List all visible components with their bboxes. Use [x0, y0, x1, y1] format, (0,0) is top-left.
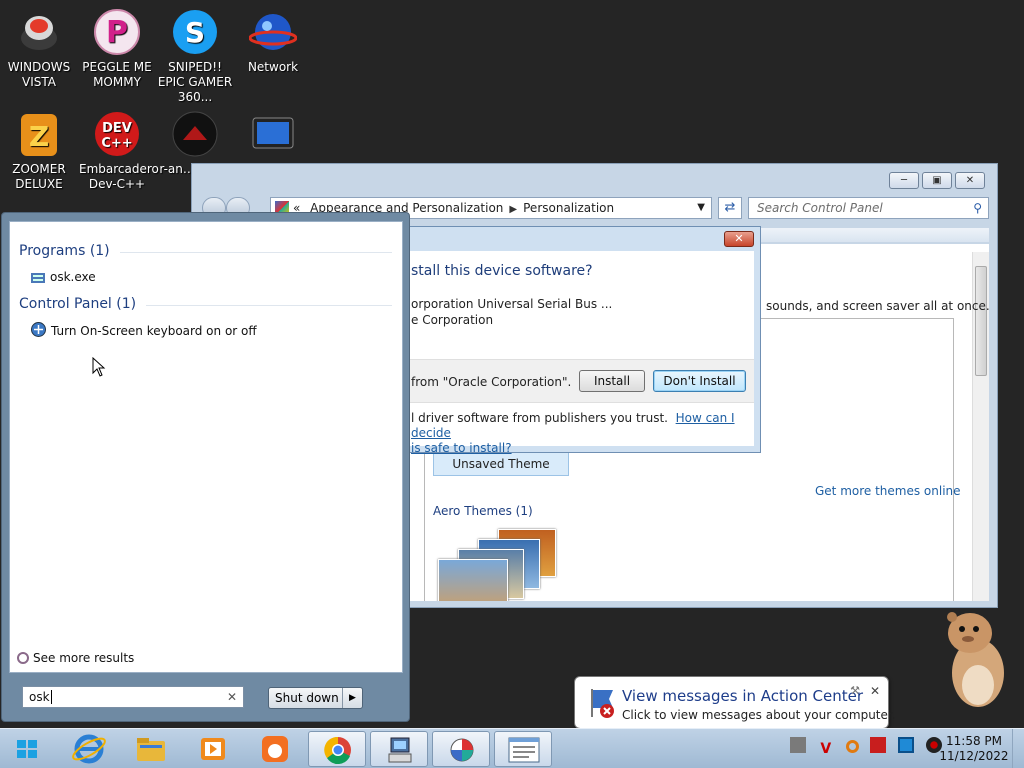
windows-vista-icon	[15, 8, 63, 56]
notification-area: V	[790, 737, 950, 761]
peggle-icon: P	[93, 8, 141, 56]
dialog-footer: l driver software from publishers you tr…	[411, 411, 735, 455]
taskbar-file-explorer[interactable]	[122, 731, 180, 767]
balloon-close-icon[interactable]: ✕	[870, 684, 880, 698]
desktop-icon-sniped[interactable]: S SNIPED!! EPIC GAMER 360...	[157, 8, 233, 105]
divider	[120, 252, 392, 253]
see-more-results[interactable]: See more results	[17, 651, 134, 665]
balloon-subtitle: Click to view messages about your comput…	[622, 708, 896, 722]
taskbar: V 11:58 PM 11/12/2022	[0, 728, 1024, 768]
control-panel-header[interactable]: Control Panel (1)	[19, 296, 136, 312]
display-tray-icon[interactable]	[898, 737, 915, 753]
clock-date: 11/12/2022	[939, 749, 1009, 763]
uc-browser-icon	[262, 736, 288, 762]
programs-header[interactable]: Programs (1)	[19, 243, 110, 259]
refresh-icon[interactable]: ⇄	[718, 197, 742, 219]
dev-cpp-icon: DEV C++	[93, 110, 141, 158]
desktop-icon-zoomer[interactable]: Z ZOOMER DELUXE	[1, 110, 77, 192]
balloon-options-icon[interactable]: ⚒	[850, 684, 860, 697]
close-button[interactable]: ✕	[955, 172, 985, 189]
taskbar-chrome[interactable]	[308, 731, 366, 767]
get-more-themes-link[interactable]: Get more themes online	[815, 484, 961, 498]
dialog-question: stall this device software?	[411, 263, 593, 279]
aero-themes-header: Aero Themes (1)	[433, 504, 533, 518]
taskbar-media-player[interactable]	[184, 731, 242, 767]
search-tray-icon[interactable]	[845, 740, 859, 753]
taskbar-device-install[interactable]	[370, 731, 428, 767]
action-center-tray-icon[interactable]	[870, 737, 887, 753]
svg-text:S: S	[185, 16, 205, 49]
tablet-icon	[249, 110, 297, 158]
show-desktop-button[interactable]	[1012, 729, 1024, 768]
balloon-title: View messages in Action Center	[622, 687, 864, 705]
taskbar-control-panel[interactable]	[432, 731, 490, 767]
skype-icon: S	[171, 8, 219, 56]
hamster-mascot-image	[940, 605, 1010, 710]
zoomer-icon: Z	[15, 110, 63, 158]
svg-text:P: P	[106, 15, 128, 50]
taskbar-uc-browser[interactable]	[246, 731, 304, 767]
chrome-icon	[324, 736, 351, 765]
dialog-close-button[interactable]: ✕	[724, 231, 754, 247]
result-turn-on-screen-keyboard[interactable]: Turn On-Screen keyboard on or off	[31, 322, 257, 340]
keyboard-icon	[31, 272, 45, 286]
action-center-flag-icon	[587, 687, 617, 722]
clear-search-icon[interactable]: ✕	[227, 687, 237, 707]
device-publisher: e Corporation	[411, 313, 494, 327]
svg-text:C++: C++	[101, 136, 132, 151]
ease-of-access-icon	[31, 322, 46, 340]
divider	[146, 305, 392, 306]
start-menu: Programs (1) osk.exe Control Panel (1) T…	[1, 212, 410, 722]
start-button[interactable]	[0, 731, 56, 767]
desktop-icon-devcpp[interactable]: DEV C++ Embarcadero Dev-C++	[79, 110, 159, 192]
aero-theme-thumbnail[interactable]	[438, 529, 578, 601]
action-center-balloon[interactable]: View messages in Action Center Click to …	[574, 676, 896, 739]
result-osk-exe[interactable]: osk.exe	[31, 270, 96, 286]
breadcrumb-personalization[interactable]: Personalization	[523, 201, 614, 215]
address-dropdown-icon[interactable]: ▼	[697, 198, 705, 218]
network-tray-icon[interactable]	[790, 737, 806, 753]
minimize-button[interactable]: ─	[889, 172, 919, 189]
internet-explorer-icon	[72, 734, 106, 764]
safe-to-install-link[interactable]: is safe to install?	[411, 441, 512, 455]
scroll-thumb[interactable]	[975, 266, 987, 376]
dialog-body: stall this device software? orporation U…	[407, 251, 754, 455]
media-player-icon	[201, 738, 225, 760]
search-results-icon	[17, 652, 29, 664]
personalization-description: sounds, and screen saver all at once.	[766, 299, 989, 313]
antivirus-tray-icon[interactable]: V	[818, 741, 834, 757]
maximize-button[interactable]: ▣	[922, 172, 952, 189]
notepad-icon	[508, 737, 540, 763]
red-ant-icon	[171, 110, 219, 158]
taskbar-clock[interactable]: 11:58 PM 11/12/2022	[934, 734, 1014, 764]
start-search-input[interactable]: osk ✕	[22, 686, 244, 708]
desktop-icon-network[interactable]: Network	[235, 8, 311, 75]
network-globe-icon	[248, 8, 298, 56]
search-icon[interactable]: ⚲	[973, 198, 982, 218]
folder-icon	[137, 738, 165, 761]
trust-publisher-text: from "Oracle Corporation".	[411, 375, 572, 389]
cp-titlebar[interactable]: ─ ▣ ✕	[192, 164, 997, 194]
breadcrumb-arrow-icon[interactable]: ▶	[509, 204, 517, 215]
start-menu-results: Programs (1) osk.exe Control Panel (1) T…	[9, 221, 403, 673]
svg-text:Z: Z	[29, 120, 49, 153]
svg-text:DEV: DEV	[102, 121, 132, 136]
shut-down-button[interactable]: Shut down ▶	[268, 687, 363, 709]
clock-time: 11:58 PM	[946, 734, 1002, 748]
dont-install-button[interactable]: Don't Install	[653, 370, 746, 392]
taskbar-internet-explorer[interactable]	[60, 731, 118, 767]
install-device-software-dialog: ✕ stall this device software? orporation…	[400, 226, 761, 455]
mouse-cursor-icon	[92, 356, 106, 380]
device-name: orporation Universal Serial Bus ...	[411, 297, 613, 311]
desktop-icon-windows-vista[interactable]: WINDOWS VISTA	[1, 8, 77, 90]
device-installer-icon	[388, 737, 412, 763]
search-control-panel-input[interactable]: Search Control Panel ⚲	[748, 197, 989, 219]
shutdown-options-arrow-icon[interactable]: ▶	[342, 688, 362, 708]
desktop-icon-tablet[interactable]	[235, 110, 311, 162]
install-button[interactable]: Install	[579, 370, 645, 392]
control-panel-icon	[450, 738, 474, 762]
dialog-action-band: from "Oracle Corporation". Install Don't…	[407, 359, 754, 403]
taskbar-notepad[interactable]	[494, 731, 552, 767]
desktop-icon-peggle[interactable]: P PEGGLE ME MOMMY	[79, 8, 155, 90]
